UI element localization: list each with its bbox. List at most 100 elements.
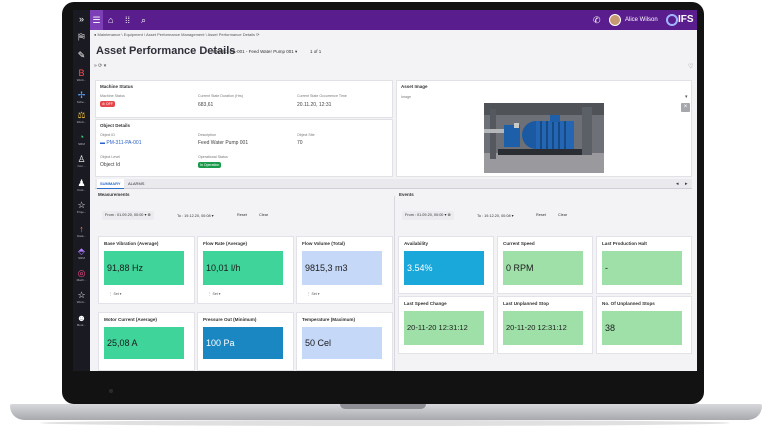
chevron-down-icon[interactable]: ▾ bbox=[212, 214, 214, 218]
chevron-down-icon[interactable]: ▾ bbox=[295, 49, 297, 54]
kpi-value: 3.54% bbox=[404, 251, 484, 285]
expand-icon[interactable]: » bbox=[94, 63, 97, 69]
nav-rail-label[interactable]: Work... bbox=[73, 78, 90, 82]
events-to-label[interactable]: To : 19.12.20, 00:08 bbox=[477, 214, 511, 218]
chevron-down-icon[interactable]: ▾ bbox=[119, 292, 122, 296]
nav-rail-icon[interactable]: B bbox=[73, 68, 90, 78]
kpi-tile: Availability 3.54% bbox=[398, 236, 494, 294]
menu-icon[interactable]: ☰ bbox=[90, 10, 103, 30]
nav-rail-item[interactable]: ◎ Mach... bbox=[73, 268, 90, 282]
toolbar: » ⟳ ▾ bbox=[94, 63, 106, 69]
object-id-value[interactable]: PM-311-PA-001 bbox=[106, 140, 141, 146]
nav-rail-label[interactable]: Work... bbox=[73, 120, 90, 124]
clear-filter-icon[interactable]: ⊗ bbox=[147, 213, 150, 217]
record-count: 1 of 1 bbox=[310, 49, 322, 54]
nav-rail-label[interactable]: Data... bbox=[73, 234, 90, 238]
chevron-down-icon[interactable]: ▾ bbox=[512, 214, 514, 218]
nav-rail-icon[interactable]: ⚖ bbox=[73, 110, 90, 120]
nav-rail: » ⛿ ✎ B Work... ✢ Sche... ⚖ Work... ◔ SRM ♙ Con... ♟ C… bbox=[73, 10, 90, 371]
asset-image-title: Asset Image bbox=[401, 84, 428, 89]
nav-rail-item[interactable]: ♙ Con... bbox=[73, 154, 90, 168]
user-name[interactable]: Alice Wilson bbox=[625, 10, 658, 30]
nav-rail-label[interactable]: SRM bbox=[73, 256, 90, 260]
measurements-to-filter[interactable]: To : 19.12.20, 00:08 ▾ bbox=[177, 213, 214, 218]
measurements-clear-button[interactable]: Clear bbox=[259, 213, 268, 217]
measurements-to-label[interactable]: To : 19.12.20, 00:08 bbox=[177, 214, 211, 218]
nav-rail-label[interactable]: Con... bbox=[73, 164, 90, 168]
nav-rail-label[interactable]: Work... bbox=[73, 300, 90, 304]
home-icon[interactable]: ⌂ bbox=[108, 10, 113, 30]
tab-summary[interactable]: SUMMARY bbox=[97, 179, 124, 189]
nav-rail-icon[interactable]: » bbox=[73, 14, 90, 24]
nav-rail-item[interactable]: ✎ bbox=[73, 50, 90, 60]
nav-rail-item[interactable]: ⬘ SRM bbox=[73, 246, 90, 260]
object-id-link[interactable]: ▬ PM-311-PA-001 bbox=[100, 140, 142, 146]
nav-rail-icon[interactable]: ♟ bbox=[73, 178, 90, 188]
kpi-set-menu[interactable]: ⋮ Set ▾ bbox=[208, 292, 220, 296]
close-image-icon[interactable]: × bbox=[681, 103, 690, 112]
nav-rail-item[interactable]: ☆ Work... bbox=[73, 290, 90, 304]
scroll-tabs-left-icon[interactable]: ◂ bbox=[676, 179, 679, 189]
image-menu-chevron-icon[interactable]: ▾ bbox=[685, 94, 688, 100]
nav-rail-item[interactable]: ✢ Sche... bbox=[73, 90, 90, 104]
events-clear-button[interactable]: Clear bbox=[558, 213, 567, 217]
events-to-filter[interactable]: To : 19.12.20, 00:08 ▾ bbox=[477, 213, 514, 218]
nav-rail-icon[interactable]: ⬘ bbox=[73, 246, 90, 256]
nav-rail-item[interactable]: ⚖ Work... bbox=[73, 110, 90, 124]
description-value: Feed Water Pump 001 bbox=[198, 140, 249, 146]
nav-rail-label[interactable]: Proje... bbox=[73, 210, 90, 214]
refresh-icon[interactable]: ⟳ bbox=[256, 32, 259, 37]
events-from-filter[interactable]: From : 01.09.20, 00:00 ▾ ⊗ bbox=[402, 211, 454, 220]
nav-rail-icon[interactable]: ↑ bbox=[73, 224, 90, 234]
nav-rail-label[interactable]: SRM bbox=[73, 142, 90, 146]
nav-rail-icon[interactable]: ◔ bbox=[73, 132, 90, 142]
measurements-from-filter[interactable]: From : 01.09.20, 00:00 ▾ ⊗ bbox=[102, 211, 154, 220]
nav-rail-item[interactable]: ☆ Proje... bbox=[73, 200, 90, 214]
nav-rail-icon[interactable]: ♙ bbox=[73, 154, 90, 164]
record-selector[interactable]: PM-311-PA-001 - Feed Water Pump 001 ▾ bbox=[213, 49, 297, 55]
nav-rail-icon[interactable]: ⛿ bbox=[73, 32, 90, 42]
nav-rail-item[interactable]: » bbox=[73, 14, 90, 24]
events-reset-button[interactable]: Reset bbox=[536, 213, 546, 217]
kpi-set-menu[interactable]: ⋮ Set ▾ bbox=[109, 292, 121, 296]
nav-rail-item[interactable]: ◔ SRM bbox=[73, 132, 90, 146]
breadcrumb[interactable]: ● Maintenance \ Equipment \ Asset Perfor… bbox=[94, 32, 259, 37]
search-icon[interactable]: ⌕ bbox=[141, 10, 146, 30]
measurements-reset-button[interactable]: Reset bbox=[237, 213, 247, 217]
nav-rail-label[interactable]: Mach... bbox=[73, 278, 90, 282]
scroll-tabs-right-icon[interactable]: ▸ bbox=[685, 179, 688, 189]
phone-icon[interactable]: ✆ bbox=[593, 10, 601, 30]
laptop-camera bbox=[109, 389, 113, 393]
nav-rail-item[interactable]: ♟ Cust... bbox=[73, 178, 90, 192]
nav-rail-item[interactable]: B Work... bbox=[73, 68, 90, 82]
nav-rail-item[interactable]: ⛿ bbox=[73, 32, 90, 42]
breadcrumb-path[interactable]: Maintenance \ Equipment \ Asset Performa… bbox=[98, 32, 255, 37]
nav-rail-icon[interactable]: ✎ bbox=[73, 50, 90, 60]
nav-rail-icon[interactable]: ✢ bbox=[73, 90, 90, 100]
kpi-set-menu[interactable]: ⋮ Set ▾ bbox=[307, 292, 319, 296]
kpi-value: 20-11-20 12:31:12 bbox=[404, 311, 484, 345]
kpi-tile: Base Vibration (Average) 91,88 Hz ⋮ Set … bbox=[98, 236, 195, 304]
measurements-from-label[interactable]: From : 01.09.20, 00:00 bbox=[105, 213, 143, 217]
nav-rail-icon[interactable]: ◎ bbox=[73, 268, 90, 278]
chevron-down-icon[interactable]: ▾ bbox=[317, 292, 320, 296]
chevron-down-icon[interactable]: ▾ bbox=[218, 292, 221, 296]
events-from-label[interactable]: From : 01.09.20, 00:00 bbox=[405, 213, 443, 217]
object-level-label: Object Level bbox=[100, 155, 120, 159]
apps-grid-icon[interactable]: ⁞⁞ bbox=[125, 10, 130, 30]
avatar[interactable] bbox=[609, 14, 621, 26]
favorite-icon[interactable]: ♡ bbox=[688, 63, 693, 70]
nav-rail-item[interactable]: ↑ Data... bbox=[73, 224, 90, 238]
record-selector-label[interactable]: PM-311-PA-001 - Feed Water Pump 001 bbox=[213, 49, 294, 54]
nav-rail-icon[interactable]: ☆ bbox=[73, 200, 90, 210]
nav-rail-icon[interactable]: ☆ bbox=[73, 290, 90, 300]
nav-rail-item[interactable]: ☻ Boot... bbox=[73, 313, 90, 327]
nav-rail-label[interactable]: Boot... bbox=[73, 323, 90, 327]
kpi-value: 38 bbox=[602, 311, 682, 345]
clear-filter-icon[interactable]: ⊗ bbox=[447, 213, 450, 217]
nav-rail-label[interactable]: Sche... bbox=[73, 100, 90, 104]
nav-rail-label[interactable]: Cust... bbox=[73, 188, 90, 192]
tab-alarms[interactable]: ALARMS bbox=[125, 179, 147, 189]
nav-rail-icon[interactable]: ☻ bbox=[73, 313, 90, 323]
refresh-menu-icon[interactable]: ⟳ ▾ bbox=[98, 63, 106, 69]
